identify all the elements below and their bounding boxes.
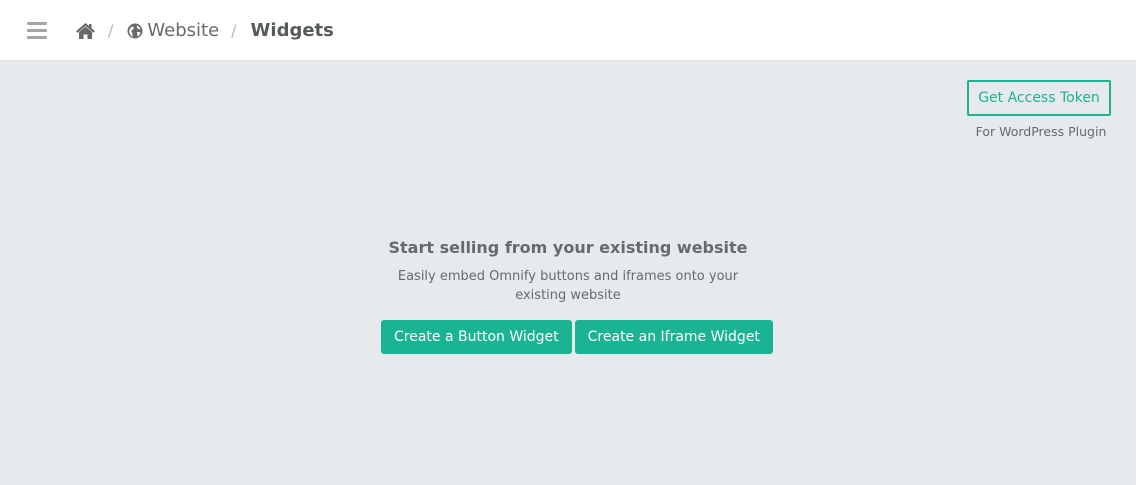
breadcrumb-separator: / (108, 21, 114, 40)
get-access-token-button[interactable]: Get Access Token (967, 80, 1111, 116)
hamburger-icon[interactable] (27, 22, 47, 39)
page-title: Widgets (250, 20, 334, 41)
create-button-widget-button[interactable]: Create a Button Widget (381, 320, 572, 354)
top-navbar: / Website / Widgets (0, 0, 1136, 61)
widget-actions: Create a Button Widget Create an Iframe … (381, 320, 773, 354)
create-iframe-widget-button[interactable]: Create an Iframe Widget (574, 320, 773, 354)
empty-state-title: Start selling from your existing website (388, 238, 748, 257)
empty-state-description: Easily embed Omnify buttons and iframes … (397, 269, 739, 303)
breadcrumb: / Website / Widgets (75, 0, 334, 61)
globe-icon (127, 23, 143, 38)
breadcrumb-website[interactable]: Website (127, 20, 219, 41)
home-icon (76, 22, 95, 39)
breadcrumb-home[interactable] (75, 22, 96, 40)
access-token-caption: For WordPress Plugin (975, 124, 1107, 139)
breadcrumb-website-label: Website (147, 20, 220, 41)
empty-state: Start selling from your existing website… (368, 238, 768, 305)
breadcrumb-separator: / (231, 21, 237, 40)
